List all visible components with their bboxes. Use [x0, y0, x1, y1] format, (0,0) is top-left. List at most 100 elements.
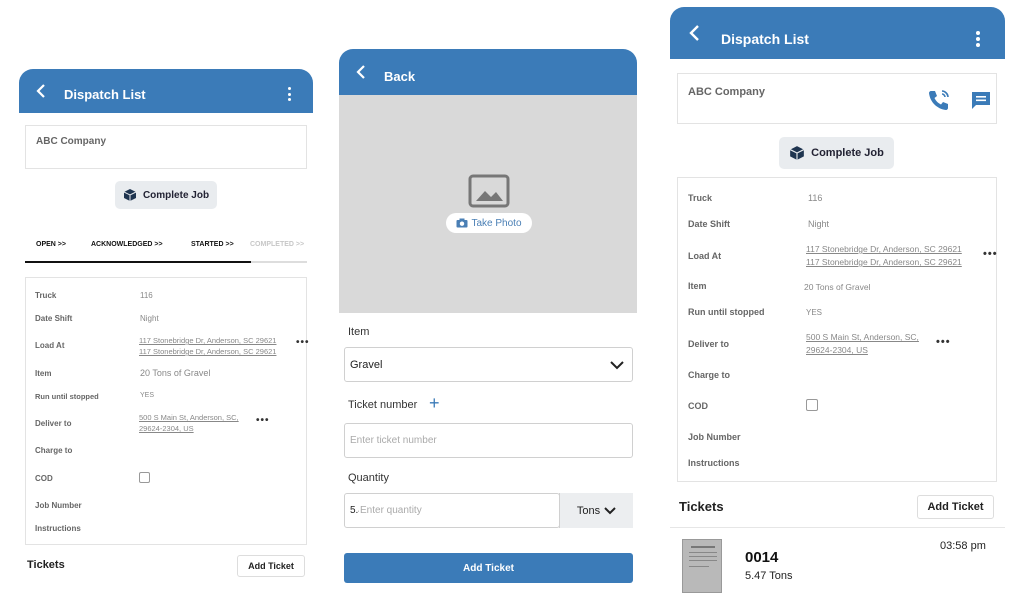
quantity-value: 5.4: [350, 505, 359, 516]
item-label: Item: [688, 281, 707, 291]
chevron-down-icon: [604, 506, 616, 514]
add-ticket-button[interactable]: Add Ticket: [237, 555, 305, 577]
package-icon: [123, 189, 137, 201]
job-number-label: Job Number: [688, 432, 741, 442]
right-screen: Dispatch List ABC Company Complete Job T…: [670, 7, 1005, 602]
deliver-to-address-2[interactable]: 29624-2304, US: [806, 345, 868, 355]
add-ticket-number-icon[interactable]: +: [429, 393, 440, 414]
item-value: 20 Tons of Gravel: [140, 368, 211, 378]
load-at-address-1[interactable]: 117 Stonebridge Dr, Anderson, SC 29621: [139, 336, 276, 345]
load-at-label: Load At: [35, 341, 65, 350]
tickets-heading: Tickets: [679, 499, 724, 514]
take-photo-button[interactable]: Take Photo: [446, 213, 532, 233]
deliver-to-more-icon[interactable]: •••: [256, 415, 270, 426]
complete-job-label: Complete Job: [811, 147, 884, 159]
camera-icon: [456, 218, 468, 228]
load-at-address-1[interactable]: 117 Stonebridge Dr, Anderson, SC 29621: [806, 244, 962, 254]
deliver-to-address-1[interactable]: 500 S Main St, Anderson, SC,: [139, 413, 239, 422]
quantity-input[interactable]: 5.4 Enter quantity: [344, 493, 560, 528]
tab-started[interactable]: STARTED >>: [191, 241, 234, 248]
quantity-label: Quantity: [348, 472, 389, 484]
company-card: [25, 125, 307, 169]
date-shift-label: Date Shift: [35, 314, 73, 323]
deliver-to-label: Deliver to: [688, 339, 730, 349]
instructions-label: Instructions: [35, 524, 81, 533]
complete-job-label: Complete Job: [142, 189, 210, 201]
message-icon[interactable]: [970, 90, 992, 112]
deliver-to-address-2[interactable]: 29624-2304, US: [139, 424, 194, 433]
run-until-stopped-value: YES: [806, 308, 823, 317]
charge-to-label: Charge to: [688, 370, 731, 380]
middle-screen: Back Take Photo Item Gravel Ticket numbe…: [339, 49, 637, 589]
ticket-number-label: Ticket number: [348, 399, 418, 411]
back-arrow-icon[interactable]: [33, 83, 49, 99]
load-at-label: Load At: [688, 251, 722, 261]
company-name: ABC Company: [36, 136, 107, 147]
charge-to-label: Charge to: [35, 446, 73, 455]
quantity-placeholder: Enter quantity: [360, 505, 422, 516]
unit-value: Tons: [576, 504, 601, 517]
truck-label: Truck: [688, 193, 713, 203]
item-select[interactable]: Gravel: [344, 347, 633, 382]
page-title: Dispatch List: [721, 31, 809, 47]
complete-job-button[interactable]: Complete Job: [779, 137, 894, 169]
back-arrow-icon[interactable]: [353, 64, 369, 80]
app-bar: Dispatch List: [670, 7, 1005, 59]
ticket-number-input[interactable]: Enter ticket number: [344, 423, 633, 458]
package-icon: [790, 146, 805, 160]
photo-preview[interactable]: [339, 95, 637, 313]
item-value: 20 Tons of Gravel: [804, 282, 871, 292]
left-screen: Dispatch List ABC Company Complete Job O…: [19, 69, 313, 589]
unit-select[interactable]: Tons: [559, 493, 633, 528]
tab-acknowledged[interactable]: ACKNOWLEDGED >>: [91, 241, 163, 248]
truck-label: Truck: [35, 291, 57, 300]
tab-progress-bar: [25, 261, 251, 263]
deliver-to-label: Deliver to: [35, 419, 72, 428]
truck-value: 116: [140, 291, 153, 300]
deliver-to-address-1[interactable]: 500 S Main St, Anderson, SC,: [806, 332, 919, 342]
ticket-time: 03:58 pm: [940, 540, 986, 552]
ticket-number-placeholder: Enter ticket number: [350, 435, 437, 446]
instructions-label: Instructions: [688, 458, 740, 468]
back-arrow-icon[interactable]: [686, 24, 702, 42]
job-number-label: Job Number: [35, 501, 82, 510]
date-shift-label: Date Shift: [688, 219, 731, 229]
complete-job-button[interactable]: Complete Job: [115, 181, 217, 209]
load-at-more-icon[interactable]: •••: [296, 337, 310, 348]
cod-checkbox[interactable]: [806, 399, 818, 411]
item-label: Item: [348, 326, 370, 338]
ticket-number: 0014: [745, 549, 779, 566]
load-at-address-2[interactable]: 117 Stonebridge Dr, Anderson, SC 29621: [139, 347, 276, 356]
item-label: Item: [35, 369, 52, 378]
cod-checkbox[interactable]: [139, 472, 150, 483]
tab-completed[interactable]: COMPLETED >>: [250, 241, 304, 248]
more-options-icon[interactable]: [286, 87, 292, 101]
tickets-heading: Tickets: [27, 559, 65, 571]
load-at-more-icon[interactable]: •••: [983, 248, 998, 260]
tab-open[interactable]: OPEN >>: [36, 241, 66, 248]
run-until-stopped-label: Run until stopped: [35, 392, 99, 401]
load-at-address-2[interactable]: 117 Stonebridge Dr, Anderson, SC 29621: [806, 257, 962, 267]
image-placeholder-icon: [468, 174, 510, 208]
add-ticket-submit-button[interactable]: Add Ticket: [344, 553, 633, 583]
divider: [670, 527, 1005, 528]
item-select-value: Gravel: [350, 359, 383, 371]
cod-label: COD: [35, 474, 53, 483]
app-bar: Dispatch List: [19, 69, 313, 113]
add-ticket-button[interactable]: Add Ticket: [917, 495, 994, 519]
phone-call-icon[interactable]: [927, 88, 951, 112]
app-bar: Back: [339, 49, 637, 95]
take-photo-label: Take Photo: [471, 217, 522, 229]
chevron-down-icon: [610, 361, 624, 370]
ticket-photo-thumbnail[interactable]: [682, 539, 722, 593]
truck-value: 116: [808, 193, 823, 203]
run-until-stopped-label: Run until stopped: [688, 307, 765, 317]
date-shift-value: Night: [140, 314, 159, 323]
back-title[interactable]: Back: [384, 69, 415, 84]
more-options-icon[interactable]: [975, 31, 981, 47]
company-name: ABC Company: [688, 86, 766, 98]
date-shift-value: Night: [808, 219, 830, 229]
cod-label: COD: [688, 401, 708, 411]
deliver-to-more-icon[interactable]: •••: [936, 336, 951, 348]
ticket-amount: 5.47 Tons: [745, 570, 793, 582]
